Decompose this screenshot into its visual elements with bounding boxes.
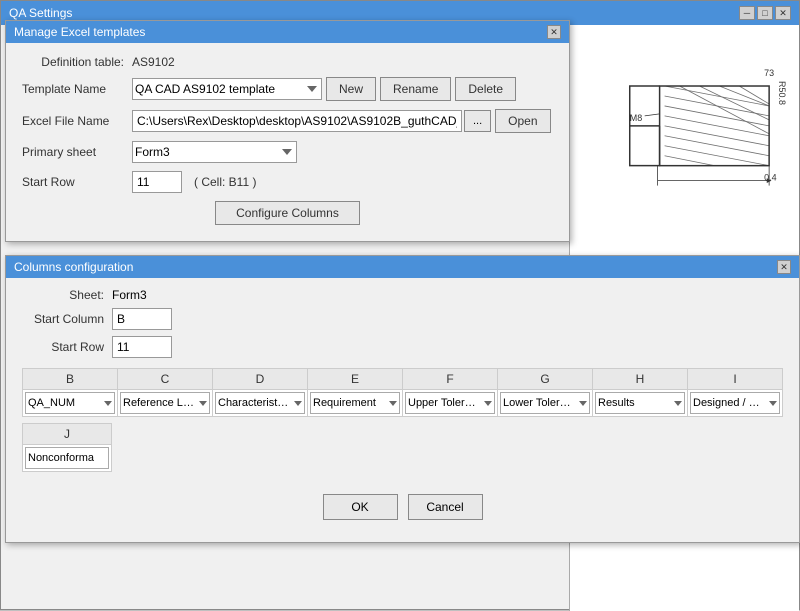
col-g-dropdown[interactable]: Lower Tolerance [500, 392, 590, 414]
primary-sheet-label: Primary sheet [22, 145, 132, 159]
primary-sheet-dropdown[interactable]: Form3 [132, 141, 297, 163]
col-header-e: E [308, 369, 403, 389]
column-headers-row: B C D E F G H I [23, 369, 782, 390]
col-h-dropdown-container: Results [593, 390, 688, 416]
column-dropdowns-row: QA_NUM Reference Locati... Characteristi… [23, 390, 782, 416]
columns-sheet-row: Sheet: Form3 [22, 288, 783, 302]
manage-dialog-title: Manage Excel templates [14, 25, 145, 39]
col-d-dropdown-container: Characteristic Des... [213, 390, 308, 416]
svg-text:R50.8: R50.8 [777, 81, 787, 105]
col-b-dropdown[interactable]: QA_NUM [25, 392, 115, 414]
col-j-container: J Nonconformance [22, 423, 112, 472]
start-row-label: Start Row [22, 175, 132, 189]
svg-text:M8: M8 [630, 113, 642, 123]
columns-start-col-input[interactable] [112, 308, 172, 330]
col-header-j: J [22, 423, 112, 445]
maximize-button[interactable]: □ [757, 6, 773, 20]
manage-dialog-content: Definition table: AS9102 Template Name Q… [6, 43, 569, 241]
col-h-dropdown[interactable]: Results [595, 392, 685, 414]
columns-dialog-titlebar: Columns configuration ✕ [6, 256, 799, 278]
minimize-button[interactable]: ─ [739, 6, 755, 20]
excel-file-row: Excel File Name ... Open [22, 109, 553, 133]
browse-button[interactable]: ... [464, 110, 491, 132]
col-header-g: G [498, 369, 593, 389]
manage-excel-dialog: Manage Excel templates ✕ Definition tabl… [5, 20, 570, 242]
definition-table-label: Definition table: [22, 55, 132, 69]
start-row-input[interactable] [132, 171, 182, 193]
configure-btn-container: Configure Columns [22, 201, 553, 225]
col-header-f: F [403, 369, 498, 389]
manage-dialog-close[interactable]: ✕ [547, 25, 561, 39]
definition-table-value: AS9102 [132, 55, 175, 69]
template-name-dropdown[interactable]: QA CAD AS9102 template [132, 78, 322, 100]
svg-text:73: 73 [764, 68, 774, 78]
col-i-dropdown-container: Designed / Qualif... [688, 390, 782, 416]
cancel-button[interactable]: Cancel [408, 494, 483, 520]
new-button[interactable]: New [326, 77, 376, 101]
col-f-dropdown[interactable]: Upper Tolerance [405, 392, 495, 414]
excel-file-label: Excel File Name [22, 114, 132, 128]
col-e-dropdown[interactable]: Requirement [310, 392, 400, 414]
manage-dialog-titlebar: Manage Excel templates ✕ [6, 21, 569, 43]
col-header-h: H [593, 369, 688, 389]
close-button[interactable]: ✕ [775, 6, 791, 20]
column-grid-row2: J Nonconformance [22, 423, 783, 472]
template-name-row: Template Name QA CAD AS9102 template New… [22, 77, 553, 101]
col-i-dropdown[interactable]: Designed / Qualif... [690, 392, 780, 414]
columns-sheet-value: Form3 [112, 288, 147, 302]
columns-start-col-row: Start Column [22, 308, 783, 330]
col-header-b: B [23, 369, 118, 389]
col-d-dropdown[interactable]: Characteristic Des... [215, 392, 305, 414]
start-row-row: Start Row ( Cell: B11 ) [22, 171, 553, 193]
columns-start-col-label: Start Column [22, 312, 112, 326]
qa-settings-title: QA Settings [9, 6, 72, 20]
columns-sheet-label: Sheet: [22, 288, 112, 302]
columns-start-row-input[interactable] [112, 336, 172, 358]
cell-info: ( Cell: B11 ) [194, 175, 256, 189]
columns-dialog-close[interactable]: ✕ [777, 260, 791, 274]
columns-config-dialog: Columns configuration ✕ Sheet: Form3 Sta… [5, 255, 800, 543]
col-header-c: C [118, 369, 213, 389]
columns-dialog-title: Columns configuration [14, 260, 133, 274]
excel-file-input[interactable] [132, 110, 462, 132]
open-button[interactable]: Open [495, 109, 550, 133]
col-j-dropdown-container: Nonconformance [22, 445, 112, 472]
col-j-dropdown[interactable]: Nonconformance [25, 447, 109, 469]
col-c-dropdown-container: Reference Locati... [118, 390, 213, 416]
ok-button[interactable]: OK [323, 494, 398, 520]
columns-start-row-row: Start Row [22, 336, 783, 358]
qa-settings-controls: ─ □ ✕ [739, 6, 791, 20]
dialog-buttons: OK Cancel [22, 482, 783, 532]
col-f-dropdown-container: Upper Tolerance [403, 390, 498, 416]
configure-columns-button[interactable]: Configure Columns [215, 201, 360, 225]
col-b-dropdown-container: QA_NUM [23, 390, 118, 416]
delete-button[interactable]: Delete [455, 77, 516, 101]
col-e-dropdown-container: Requirement [308, 390, 403, 416]
col-header-d: D [213, 369, 308, 389]
rename-button[interactable]: Rename [380, 77, 451, 101]
columns-dialog-content: Sheet: Form3 Start Column Start Row B C … [6, 278, 799, 542]
col-g-dropdown-container: Lower Tolerance [498, 390, 593, 416]
definition-table-row: Definition table: AS9102 [22, 55, 553, 69]
column-grid: B C D E F G H I QA_NUM Reference Locati.… [22, 368, 783, 417]
primary-sheet-row: Primary sheet Form3 [22, 141, 553, 163]
template-name-label: Template Name [22, 82, 132, 96]
svg-text:0.4: 0.4 [764, 173, 776, 183]
col-c-dropdown[interactable]: Reference Locati... [120, 392, 210, 414]
col-header-i: I [688, 369, 782, 389]
columns-start-row-label: Start Row [22, 340, 112, 354]
